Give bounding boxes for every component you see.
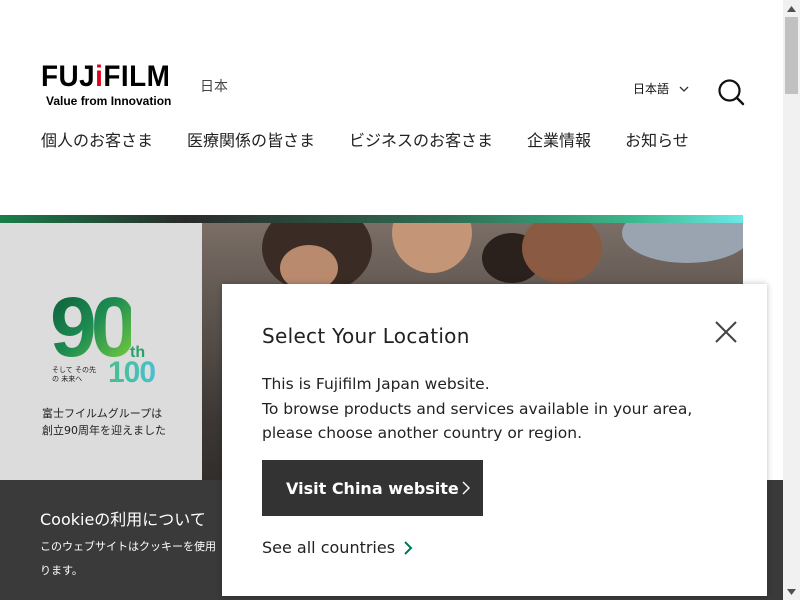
cookie-text: このウェブサイトはクッキーを使用 ります。 xyxy=(40,535,240,583)
nav-item-personal[interactable]: 個人のお客さま xyxy=(41,127,153,151)
hero-person xyxy=(392,223,472,273)
modal-body-line-2: To browse products and services availabl… xyxy=(262,399,693,418)
nav-item-medical[interactable]: 医療関係の皆さま xyxy=(187,127,315,151)
hero-gradient-bar xyxy=(0,215,743,223)
language-label: 日本語 xyxy=(633,82,670,96)
page-scrollbar[interactable] xyxy=(783,0,800,600)
anniversary-line-2: 創立90周年を迎えました xyxy=(42,424,166,437)
badge-100: 100 xyxy=(108,356,156,389)
badge-90: 90 xyxy=(50,280,137,374)
modal-title: Select Your Location xyxy=(262,324,470,348)
modal-body-line-1: This is Fujifilm Japan website. xyxy=(262,375,490,393)
scroll-thumb[interactable] xyxy=(785,17,798,94)
location-modal: Select Your Location This is Fujifilm Ja… xyxy=(222,284,767,596)
language-selector[interactable]: 日本語 xyxy=(633,80,691,97)
chevron-right-icon xyxy=(404,540,413,555)
region-label: 日本 xyxy=(200,79,228,95)
close-icon[interactable] xyxy=(712,318,740,346)
badge-small-text: そして その先の 未来へ xyxy=(52,366,97,383)
logo-tagline: Value from Innovation xyxy=(46,94,172,108)
triangle-up-icon xyxy=(787,5,796,12)
triangle-down-icon xyxy=(787,588,796,595)
see-all-label: See all countries xyxy=(262,538,396,557)
anniversary-badge: 90 th そして その先の 未来へ 100 xyxy=(50,280,156,389)
search-icon[interactable] xyxy=(717,78,745,106)
see-all-countries-link[interactable]: See all countries xyxy=(262,538,413,557)
fujifilm-logo[interactable]: FUJiFILM Value from Innovation xyxy=(41,60,183,109)
scroll-up-arrow[interactable] xyxy=(783,0,800,17)
chevron-down-icon xyxy=(679,86,689,92)
logo-i: i xyxy=(95,60,104,93)
modal-body: This is Fujifilm Japan website. To brows… xyxy=(262,372,752,446)
cookie-text-line-2: ります。 xyxy=(40,564,83,577)
modal-body-line-3: please choose another country or region. xyxy=(262,424,583,442)
nav-item-news[interactable]: お知らせ xyxy=(625,127,689,151)
visit-china-label: Visit China website xyxy=(286,478,459,498)
cookie-text-line-1: このウェブサイトはクッキーを使用 xyxy=(40,540,216,553)
anniversary-text: 富士フイルムグループは 創立90周年を迎えました xyxy=(42,405,192,439)
nav-item-business[interactable]: ビジネスのお客さま xyxy=(349,127,493,151)
global-nav: 個人のお客さま 医療関係の皆さま ビジネスのお客さま 企業情報 お知らせ xyxy=(41,127,689,151)
logo-suffix: FILM xyxy=(103,60,171,93)
cookie-title: Cookieの利用について xyxy=(40,510,206,529)
chevron-right-icon xyxy=(462,481,470,495)
visit-china-button[interactable]: Visit China website xyxy=(262,460,483,516)
anniversary-line-1: 富士フイルムグループは xyxy=(42,407,163,420)
nav-item-corporate[interactable]: 企業情報 xyxy=(527,127,591,151)
hero-person xyxy=(622,223,743,263)
logo-prefix: FUJ xyxy=(41,60,96,93)
scroll-down-arrow[interactable] xyxy=(783,583,800,600)
